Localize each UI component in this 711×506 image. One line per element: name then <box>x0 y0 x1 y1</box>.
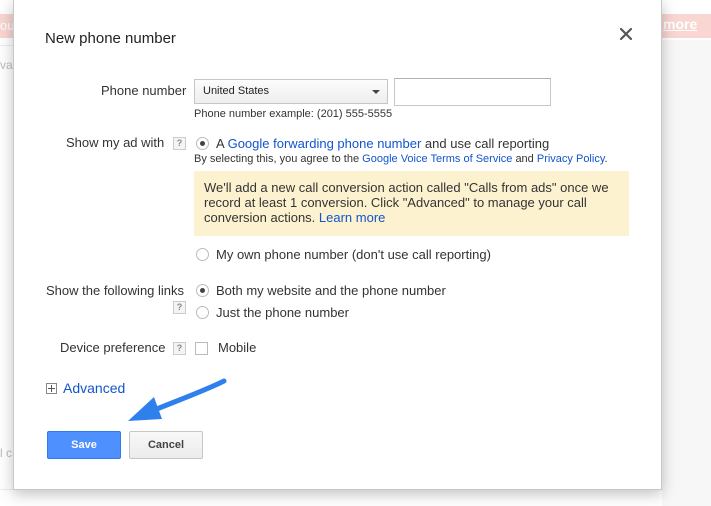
country-select-value: United States <box>203 85 270 97</box>
google-voice-tos-link[interactable]: Google Voice Terms of Service <box>362 153 512 165</box>
google-forwarding-link[interactable]: Google forwarding phone number <box>228 136 422 151</box>
help-icon[interactable]: ? <box>173 342 186 355</box>
learn-more-link[interactable]: Learn more <box>319 210 385 225</box>
phone-number-example: Phone number example: (201) 555-5555 <box>194 108 393 120</box>
plus-box-icon <box>46 382 57 394</box>
new-phone-number-dialog: New phone number Phone number United Sta… <box>13 0 662 490</box>
radio-phone-only[interactable] <box>196 306 209 319</box>
device-preference-label: Device preference <box>60 340 166 355</box>
privacy-policy-link[interactable]: Privacy Policy <box>537 153 605 165</box>
arrow-icon <box>128 378 227 421</box>
phone-only-option-text: Just the phone number <box>216 305 349 320</box>
country-select[interactable]: United States <box>194 79 388 104</box>
agreement-prefix: By selecting this, you agree to the <box>194 153 360 165</box>
both-links-option-text: Both my website and the phone number <box>216 283 446 298</box>
option-suffix: and use call reporting <box>424 136 550 151</box>
dialog-title: New phone number <box>45 30 176 47</box>
agreement-and: and <box>515 153 534 165</box>
show-ad-with-label: Show my ad with <box>66 135 165 150</box>
background-panel <box>662 40 711 506</box>
info-text: We'll add a new call conversion action c… <box>204 180 609 225</box>
chevron-down-icon <box>372 90 380 94</box>
advanced-toggle[interactable]: Advanced <box>46 380 125 396</box>
help-icon[interactable]: ? <box>173 137 186 150</box>
mobile-checkbox[interactable] <box>195 342 208 355</box>
agreement-text: By selecting this, you agree to the Goog… <box>194 153 608 165</box>
help-icon[interactable]: ? <box>173 301 186 314</box>
advanced-label: Advanced <box>63 380 126 396</box>
close-icon[interactable] <box>616 24 636 44</box>
phone-number-label: Phone number <box>101 83 187 98</box>
cancel-button[interactable]: Cancel <box>129 431 203 459</box>
save-button[interactable]: Save <box>47 431 121 459</box>
phone-number-input[interactable] <box>394 78 551 106</box>
option-prefix: A <box>216 136 224 151</box>
background-snippet: va <box>0 58 13 72</box>
background-snippet: l c <box>0 446 12 460</box>
agreement-end: . <box>604 153 608 165</box>
show-links-label: Show the following links <box>46 283 185 298</box>
radio-google-forwarding[interactable] <box>196 137 209 150</box>
radio-own-number[interactable] <box>196 248 209 261</box>
google-forwarding-option-text: A Google forwarding phone number and use… <box>216 136 549 151</box>
background-more-link[interactable]: more <box>663 16 697 32</box>
mobile-label: Mobile <box>218 340 257 355</box>
call-conversion-info-box: We'll add a new call conversion action c… <box>194 171 629 236</box>
radio-both-links[interactable] <box>196 284 209 297</box>
own-number-option-text: My own phone number (don't use call repo… <box>216 247 491 262</box>
